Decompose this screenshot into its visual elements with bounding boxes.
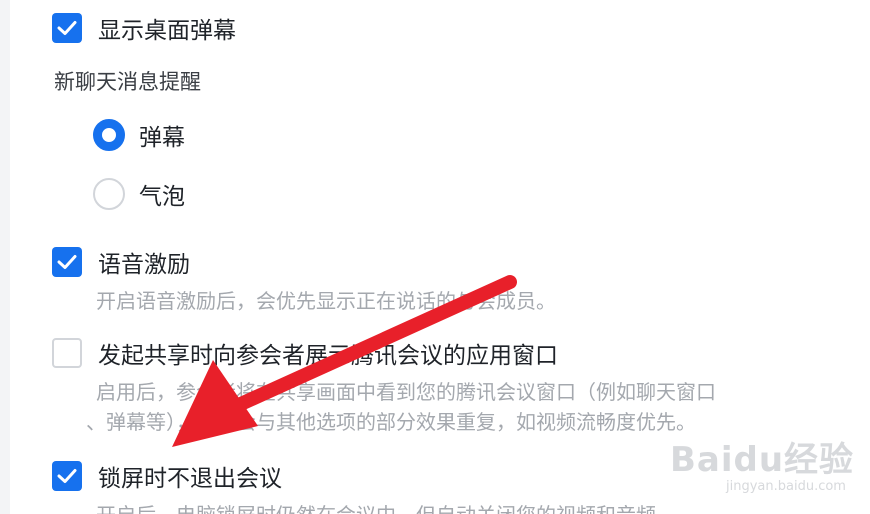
check-icon — [57, 21, 77, 35]
check-icon — [57, 255, 77, 269]
lock-screen-row[interactable]: 锁屏时不退出会议 — [52, 459, 282, 493]
voice-motivation-description: 开启语音激励后，会优先显示正在说话的与会成员。 — [96, 289, 556, 313]
share-window-label: 发起共享时向参会者展示腾讯会议的应用窗口 — [98, 343, 558, 369]
danmaku-radio[interactable] — [93, 119, 125, 151]
lock-screen-label: 锁屏时不退出会议 — [98, 466, 282, 492]
settings-page: 显示桌面弹幕 新聊天消息提醒 弹幕 气泡 语音激励 开启语音激励后，会优先显示正… — [0, 0, 870, 514]
check-icon — [57, 469, 77, 483]
radio-option-bubble[interactable]: 气泡 — [93, 177, 185, 211]
share-window-description-line2: 、弹幕等），可能会与其他选项的部分效果重复，如视频流畅度优先。 — [86, 410, 696, 434]
danmaku-radio-label: 弹幕 — [139, 125, 185, 151]
show-danmaku-row[interactable]: 显示桌面弹幕 — [52, 11, 236, 45]
lock-screen-checkbox[interactable] — [52, 461, 82, 491]
new-message-title: 新聊天消息提醒 — [54, 70, 201, 94]
bubble-radio-label: 气泡 — [139, 184, 185, 210]
show-danmaku-checkbox[interactable] — [52, 13, 82, 43]
voice-motivation-label: 语音激励 — [98, 252, 190, 278]
watermark-main-text: Baidu经验 — [670, 440, 855, 480]
share-window-description-line1: 启用后，参会者将在共享画面中看到您的腾讯会议窗口（例如聊天窗口 — [96, 380, 716, 404]
watermark-sub-text: jingyan.baidu.com — [726, 479, 846, 494]
share-window-row[interactable]: 发起共享时向参会者展示腾讯会议的应用窗口 — [52, 336, 558, 370]
baidu-watermark: Baidu经验 jingyan.baidu.com — [670, 432, 854, 494]
lock-screen-description: 开启后，电脑锁屏时仍然在会议中，但自动关闭您的视频和音频 — [96, 499, 656, 514]
share-window-checkbox[interactable] — [52, 338, 82, 368]
radio-option-danmaku[interactable]: 弹幕 — [93, 118, 185, 152]
voice-motivation-checkbox[interactable] — [52, 247, 82, 277]
left-panel-edge — [0, 0, 10, 514]
voice-motivation-row[interactable]: 语音激励 — [52, 245, 190, 279]
bubble-radio[interactable] — [93, 178, 125, 210]
show-danmaku-label: 显示桌面弹幕 — [98, 18, 236, 44]
